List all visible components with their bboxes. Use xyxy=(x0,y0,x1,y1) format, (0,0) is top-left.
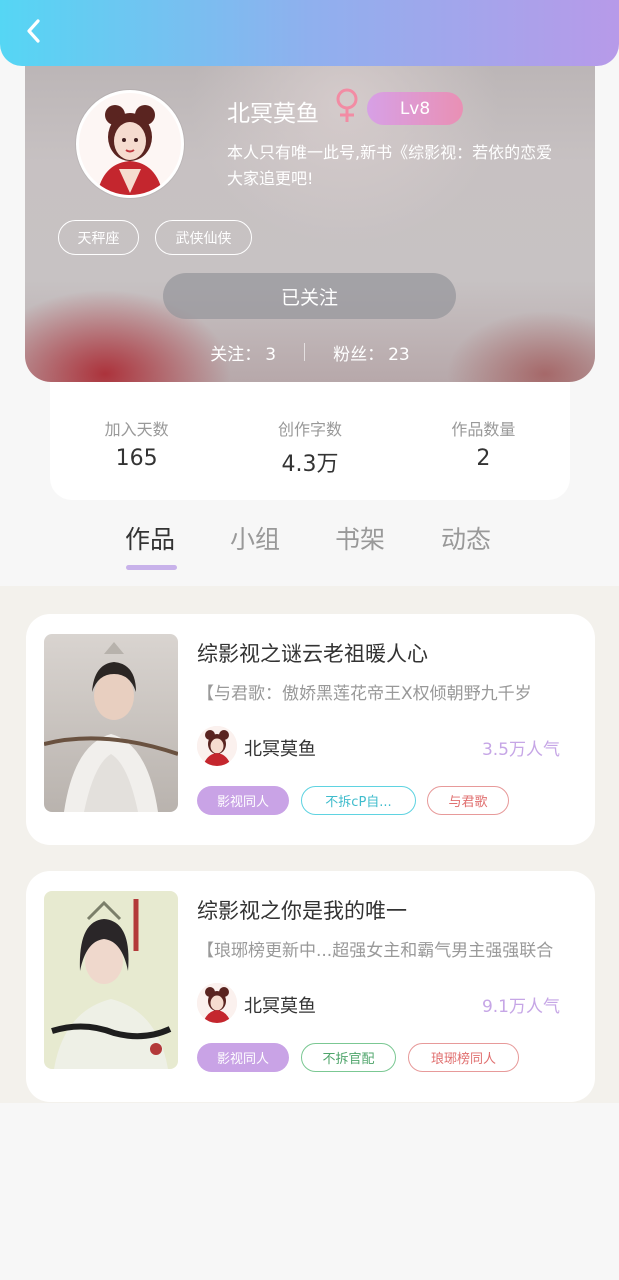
work-description: 【琅琊榜更新中...超强女主和霸气男主强强联合 xyxy=(197,941,554,961)
profile-tag[interactable]: 天秤座 xyxy=(58,220,139,255)
popularity: 3.5万人气 xyxy=(481,740,560,760)
stat-label: 加入天数 xyxy=(104,420,169,439)
work-title[interactable]: 综影视之你是我的唯一 xyxy=(197,895,407,925)
tab-moments[interactable]: 动态 xyxy=(441,520,491,556)
work-description: 【与君歌：傲娇黑莲花帝王X权倾朝野九千岁 xyxy=(197,684,532,704)
stat-word-count: 创作字数 4.3万 xyxy=(223,382,396,500)
work-title[interactable]: 综影视之谜云老祖暖人心 xyxy=(197,638,428,668)
following-label: 关注： xyxy=(210,344,262,365)
followed-button[interactable]: 已关注 xyxy=(163,273,456,319)
top-bar xyxy=(0,0,619,66)
profile-tag[interactable]: 武侠仙侠 xyxy=(155,220,252,255)
stat-label: 作品数量 xyxy=(451,420,516,439)
popularity: 9.1万人气 xyxy=(481,997,560,1017)
work-card[interactable]: 综影视之你是我的唯一 【琅琊榜更新中...超强女主和霸气男主强强联合 北冥莫鱼 … xyxy=(26,871,595,1102)
following-stat[interactable]: 关注： 3 xyxy=(210,340,276,365)
work-card[interactable]: 综影视之谜云老祖暖人心 【与君歌：傲娇黑莲花帝王X权倾朝野九千岁 北冥莫鱼 3.… xyxy=(26,614,595,845)
work-tag[interactable]: 琅琊榜同人 xyxy=(408,1043,519,1072)
works-list: 综影视之谜云老祖暖人心 【与君歌：傲娇黑莲花帝王X权倾朝野九千岁 北冥莫鱼 3.… xyxy=(0,586,619,1103)
stats-card: 加入天数 165 创作字数 4.3万 作品数量 2 xyxy=(50,382,570,500)
fans-stat[interactable]: 粉丝： 23 xyxy=(333,340,410,365)
stat-value: 165 xyxy=(115,446,158,471)
female-icon xyxy=(334,88,360,128)
author-name: 北冥莫鱼 xyxy=(244,996,316,1017)
stat-label: 创作字数 xyxy=(277,420,342,439)
profile-header: 北冥莫鱼 Lv8 本人只有唯一此号,新书《综影视：若依的恋爱 大家追更吧! 天秤… xyxy=(25,44,595,382)
stat-works-count: 作品数量 2 xyxy=(397,382,570,500)
stat-join-days: 加入天数 165 xyxy=(50,382,223,500)
follow-stats: 关注： 3 粉丝： 23 xyxy=(25,340,595,365)
divider xyxy=(304,343,306,361)
level-badge: Lv8 xyxy=(367,92,463,125)
stat-value: 2 xyxy=(476,446,491,471)
work-tag[interactable]: 与君歌 xyxy=(427,786,509,815)
user-name: 北冥莫鱼 xyxy=(227,101,319,127)
chevron-left-icon xyxy=(27,19,40,43)
bio-line: 大家追更吧! xyxy=(227,169,314,188)
tab-bookshelf[interactable]: 书架 xyxy=(335,520,385,556)
work-tag[interactable]: 影视同人 xyxy=(197,786,289,815)
back-button[interactable] xyxy=(18,14,48,48)
work-tag[interactable]: 影视同人 xyxy=(197,1043,289,1072)
work-tag[interactable]: 不拆cP自... xyxy=(301,786,416,815)
stat-value: 4.3万 xyxy=(281,452,339,477)
work-tag[interactable]: 不拆官配 xyxy=(301,1043,396,1072)
avatar[interactable] xyxy=(76,90,184,198)
book-cover[interactable] xyxy=(44,634,178,812)
author-avatar xyxy=(197,983,237,1023)
fans-label: 粉丝： xyxy=(333,344,385,365)
fans-count: 23 xyxy=(388,344,410,365)
bio-line: 本人只有唯一此号,新书《综影视：若依的恋爱 xyxy=(227,143,553,162)
tab-bar: 作品 小组 书架 动态 xyxy=(0,512,619,586)
active-tab-indicator xyxy=(126,565,177,570)
author-name: 北冥莫鱼 xyxy=(244,739,316,760)
user-bio: 本人只有唯一此号,新书《综影视：若依的恋爱 大家追更吧! xyxy=(227,140,595,192)
author-avatar xyxy=(197,726,237,766)
book-cover[interactable] xyxy=(44,891,178,1069)
tab-groups[interactable]: 小组 xyxy=(230,520,280,556)
tab-works[interactable]: 作品 xyxy=(125,520,175,556)
following-count: 3 xyxy=(265,344,277,365)
